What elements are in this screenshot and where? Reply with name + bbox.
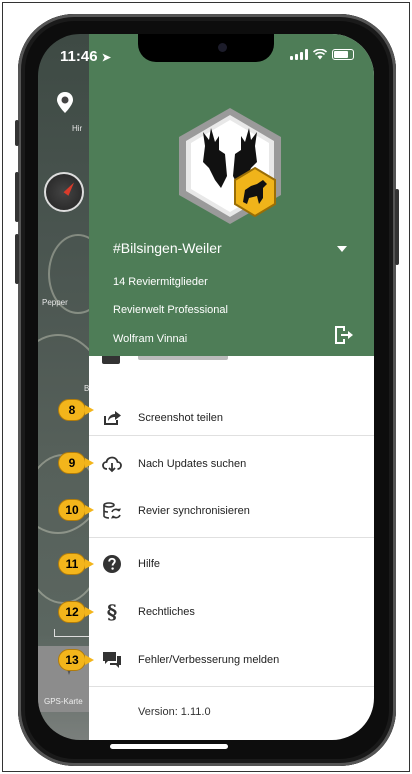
phone-screen: 11:46 ➤ Hir Pepper B GPS-Karte #Bilsinge… <box>38 34 374 740</box>
location-arrow-icon: ➤ <box>101 52 111 64</box>
logout-icon[interactable] <box>332 324 354 346</box>
menu-item-label: Revier synchronisieren <box>138 505 250 517</box>
menu-item-label: Screenshot teilen <box>138 412 223 424</box>
callout-badge: 11 <box>58 553 94 575</box>
drawer-header: #Bilsingen-Weiler 14 Reviermitglieder Re… <box>89 34 374 356</box>
notch <box>138 34 274 62</box>
cloud-download-icon <box>102 456 122 473</box>
menu-item-label: Rechtliches <box>138 606 195 618</box>
app-version: Version: 1.11.0 <box>138 706 211 718</box>
map-label: Hir <box>72 124 83 133</box>
menu-item-partial[interactable] <box>89 356 374 372</box>
volume-up-button <box>15 172 19 222</box>
revier-logo <box>179 108 281 224</box>
navigation-drawer: #Bilsingen-Weiler 14 Reviermitglieder Re… <box>89 34 374 740</box>
menu-item-help[interactable]: Hilfe <box>89 539 374 589</box>
menu-item-label: Nach Updates suchen <box>138 458 247 470</box>
revier-name[interactable]: #Bilsingen-Weiler <box>113 240 222 256</box>
menu-item-feedback[interactable]: Fehler/Verbesserung melden <box>89 635 374 685</box>
divider <box>89 537 374 538</box>
paragraph-icon: § <box>106 600 118 624</box>
map-label: Pepper <box>42 298 68 307</box>
callout-badge: 13 <box>58 649 94 671</box>
sync-icon <box>103 502 121 519</box>
volume-down-button <box>15 234 19 284</box>
subscription-plan: Revierwelt Professional <box>113 304 228 316</box>
divider <box>89 686 374 687</box>
callout-badge: 12 <box>58 601 94 623</box>
members-count: 14 Reviermitglieder <box>113 276 208 288</box>
menu-item-label: Hilfe <box>138 558 161 570</box>
user-name: Wolfram Vinnai <box>113 333 188 345</box>
callout-badge: 9 <box>58 452 94 474</box>
compass-icon[interactable] <box>44 172 84 212</box>
callout-badge: 8 <box>58 399 94 421</box>
mute-switch <box>15 120 19 146</box>
camera-icon <box>218 43 227 52</box>
callout-badge: 10 <box>58 499 94 521</box>
share-icon <box>104 411 121 425</box>
location-pin-icon[interactable] <box>50 88 80 118</box>
revier-dropdown-icon[interactable] <box>337 246 347 252</box>
menu-item-sync[interactable]: Revier synchronisieren <box>89 486 374 536</box>
wifi-icon <box>313 49 327 60</box>
status-time: 11:46 ➤ <box>60 48 111 65</box>
help-icon <box>103 555 121 573</box>
menu-item-label: Fehler/Verbesserung melden <box>138 654 280 666</box>
menu-item-legal[interactable]: § Rechtliches <box>89 587 374 637</box>
feedback-icon <box>103 652 121 668</box>
divider <box>89 435 374 436</box>
power-button <box>395 189 399 265</box>
battery-icon <box>332 49 354 60</box>
menu-item-updates[interactable]: Nach Updates suchen <box>89 439 374 489</box>
home-indicator[interactable] <box>110 744 228 749</box>
gps-map-label: GPS-Karte <box>44 697 83 706</box>
scale-bar <box>54 629 90 637</box>
signal-icon <box>290 49 308 60</box>
